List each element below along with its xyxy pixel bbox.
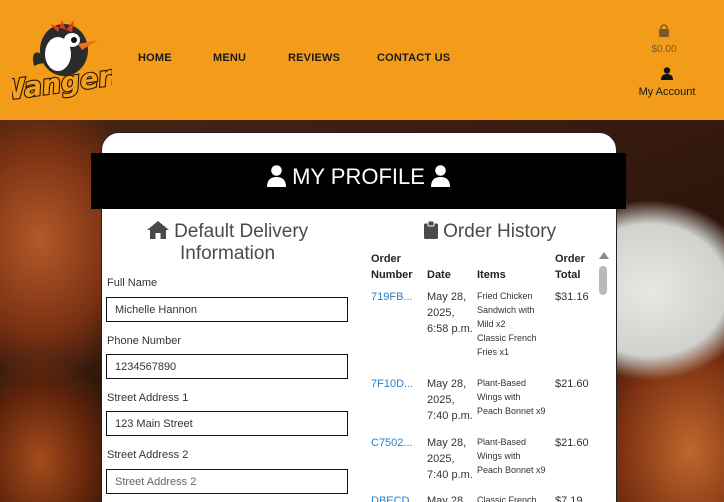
my-account-button[interactable]: My Account	[632, 67, 702, 98]
scrollbar-thumb[interactable]	[599, 266, 607, 295]
order-number-link[interactable]: DBECD...	[371, 493, 419, 502]
column-header-order-number: Order Number	[371, 253, 413, 281]
order-total: $7.19	[555, 495, 583, 502]
order-date: May 28,	[427, 495, 467, 502]
user-icon	[431, 164, 451, 189]
user-icon	[266, 164, 292, 189]
order-total: $21.60	[555, 437, 589, 449]
nav-menu-link[interactable]: MENU	[213, 52, 246, 64]
full-name-label: Full Name	[107, 277, 158, 289]
nav-contact-link[interactable]: CONTACT US	[377, 52, 450, 64]
street-address-2-label: Street Address 2	[107, 449, 189, 461]
cart-total: $0.00	[651, 44, 677, 55]
shopping-bag-icon	[657, 24, 671, 42]
profile-title-text: MY PROFILE	[292, 164, 425, 189]
order-history-scrollbar[interactable]	[597, 250, 609, 502]
order-history-heading-text: Order History	[443, 221, 557, 242]
order-items: Classic French	[477, 495, 537, 502]
column-header-order-total: Order Total	[555, 253, 585, 281]
street-address-2-field[interactable]	[106, 469, 348, 494]
order-items: Plant-Based Wings with Peach Bonnet x9	[477, 378, 546, 416]
profile-title-bar: MY PROFILE	[91, 153, 626, 209]
order-items: Fried Chicken Sandwich with Mild x2 Clas…	[477, 291, 537, 357]
order-number-link[interactable]: C7502...	[371, 435, 413, 451]
order-total: $21.60	[555, 378, 589, 390]
delivery-heading: Default Delivery Information	[120, 221, 335, 265]
column-header-items: Items	[477, 269, 506, 281]
delivery-heading-line1: Default Delivery	[174, 221, 309, 242]
order-number-link[interactable]: 7F10D...	[371, 376, 413, 392]
nav-home-link[interactable]: HOME	[138, 52, 172, 64]
order-history-heading: Order History	[400, 220, 580, 243]
order-date: May 28, 2025, 7:40 p.m.	[427, 378, 473, 422]
page-title: MY PROFILE	[91, 164, 626, 190]
my-account-label: My Account	[638, 86, 696, 98]
user-icon	[661, 67, 673, 84]
home-icon	[146, 221, 174, 242]
scroll-up-arrow-icon[interactable]	[599, 252, 609, 259]
wangers-logo[interactable]: Wangers	[0, 14, 130, 109]
phone-number-field[interactable]	[106, 354, 348, 379]
street-address-1-label: Street Address 1	[107, 392, 189, 404]
street-address-1-field[interactable]	[106, 411, 348, 436]
clipboard-icon	[423, 220, 443, 242]
order-date: May 28, 2025, 6:58 p.m.	[427, 291, 473, 335]
cart-button[interactable]: $0.00	[646, 24, 682, 55]
site-header: Wangers HOME MENU REVIEWS CONTACT US $0.…	[0, 0, 724, 120]
order-history-table[interactable]: Order Number Date Items Order Total 719F…	[368, 250, 596, 502]
delivery-heading-line2: Information	[179, 243, 276, 264]
order-items: Plant-Based Wings with Peach Bonnet x9	[477, 437, 546, 475]
order-number-link[interactable]: 719FB...	[371, 289, 413, 305]
column-header-date: Date	[427, 269, 451, 281]
nav-reviews-link[interactable]: REVIEWS	[288, 52, 340, 64]
phone-number-label: Phone Number	[107, 335, 181, 347]
full-name-field[interactable]	[106, 297, 348, 322]
order-date: May 28, 2025, 7:40 p.m.	[427, 437, 473, 481]
order-total: $31.16	[555, 291, 589, 303]
